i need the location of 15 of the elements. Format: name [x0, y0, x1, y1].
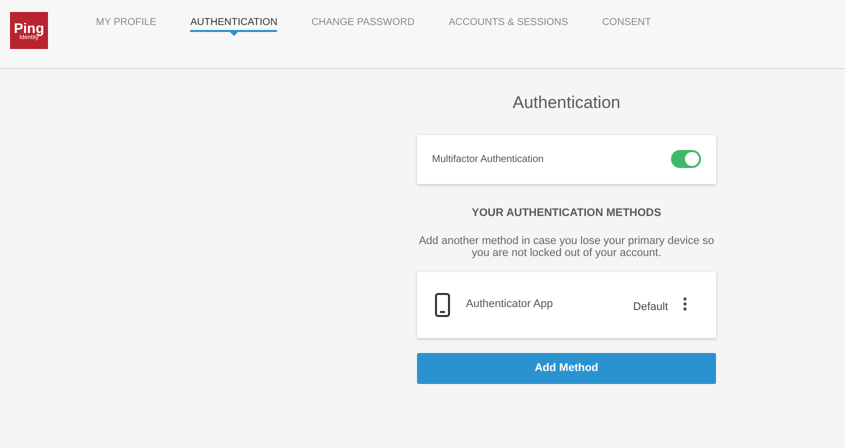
- add-method-button[interactable]: Add Method: [417, 353, 716, 384]
- section-heading: YOUR AUTHENTICATION METHODS: [472, 206, 662, 220]
- default-label: Default: [633, 300, 668, 315]
- logo-text: Ping: [14, 20, 44, 34]
- more-icon[interactable]: [683, 297, 687, 311]
- page-title: Authentication: [512, 92, 620, 114]
- method-name: Authenticator App: [466, 297, 553, 312]
- mfa-label: Multifactor Authentication: [432, 152, 544, 166]
- nav-tab[interactable]: CONSENT: [602, 16, 651, 32]
- nav-tab[interactable]: CHANGE PASSWORD: [311, 16, 415, 32]
- section-description: Add another method in case you lose your primary device so you are not locked out of your account.: [418, 235, 716, 259]
- nav-tab[interactable]: ACCOUNTS & SESSIONS: [448, 16, 568, 32]
- nav-tab[interactable]: MY PROFILE: [96, 16, 156, 32]
- mfa-toggle[interactable]: [671, 150, 701, 168]
- phone-icon: [435, 293, 450, 317]
